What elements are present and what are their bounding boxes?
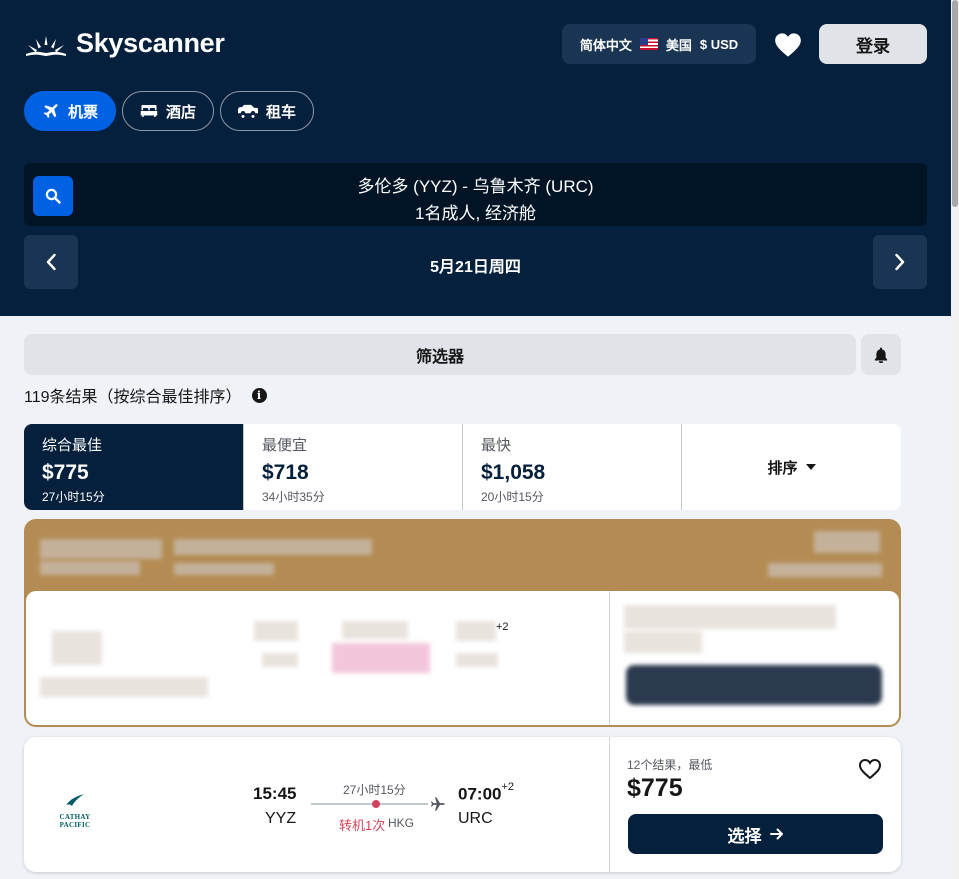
- route-line: [311, 803, 428, 805]
- car-icon: [238, 104, 259, 118]
- sort-tab-name: 综合最佳: [42, 437, 103, 454]
- redacted-arrive-code: [456, 653, 498, 667]
- currency-label: $ USD: [699, 36, 739, 52]
- arrival-time-text: 07:00: [458, 784, 502, 804]
- next-date-button[interactable]: [873, 235, 927, 289]
- tab-car-hire[interactable]: 租车: [220, 91, 315, 131]
- cathay-brushwing-icon: [66, 794, 84, 806]
- sort-dropdown[interactable]: 排序: [681, 424, 901, 510]
- sponsored-card-divider: [609, 591, 610, 725]
- results-text: 119条结果（按综合最佳排序）: [24, 389, 242, 406]
- redacted-sponsor-badge: [814, 531, 880, 553]
- redacted-depart-time: [254, 621, 298, 641]
- redacted-duration: [342, 621, 408, 639]
- select-label: 选择: [727, 826, 762, 846]
- airline-logo: CATHAY PACIFIC: [44, 793, 106, 829]
- sort-tab-duration: 20小时15分: [481, 490, 544, 504]
- sort-tab-price: $775: [42, 461, 89, 484]
- save-heart-icon[interactable]: [858, 758, 882, 780]
- sponsored-result-card[interactable]: +2: [24, 519, 901, 727]
- arrival-airport: URC: [458, 810, 493, 827]
- locale-selector[interactable]: 简体中文 美国 $ USD: [562, 24, 756, 64]
- departure-airport: YYZ: [265, 810, 297, 827]
- sort-tabs: 综合最佳 $775 27小时15分 最便宜 $718 34小时35分 最快 $1…: [24, 424, 901, 510]
- arrow-right-icon: [769, 828, 783, 840]
- select-flight-button[interactable]: 选择: [628, 814, 883, 854]
- product-tabs: 机票 酒店 租车: [24, 91, 315, 131]
- filters-button[interactable]: 筛选器: [24, 334, 856, 375]
- airline-name: CATHAY PACIFIC: [59, 813, 91, 829]
- flight-duration: 27小时15分: [343, 783, 406, 797]
- redacted-select-button[interactable]: [626, 665, 882, 705]
- site-header: Skyscanner 简体中文 美国 $ USD 登录 机票 酒店 租车 多伦多…: [0, 0, 959, 316]
- redacted-sponsor-link: [768, 563, 882, 577]
- tab-label: 机票: [68, 103, 99, 121]
- arrival-time: 07:00+2: [458, 781, 515, 805]
- redacted-sponsor-headline: [174, 539, 372, 555]
- results-count: 119条结果（按综合最佳排序） i: [24, 383, 267, 407]
- heart-icon[interactable]: [774, 32, 802, 58]
- login-button[interactable]: 登录: [819, 24, 927, 64]
- price-alert-button[interactable]: [861, 334, 901, 375]
- flight-result-card[interactable]: CATHAY PACIFIC 15:45 YYZ 27小时15分 转机1次 HK…: [24, 737, 901, 872]
- redacted-airline-logo: [52, 631, 102, 665]
- sort-tab-price: $1,058: [481, 461, 546, 484]
- sort-tab-price: $718: [262, 461, 309, 484]
- sunrise-logo-icon: [26, 35, 66, 56]
- tab-flights[interactable]: 机票: [24, 91, 117, 131]
- arrival-day-offset: +2: [501, 781, 515, 793]
- language-label: 简体中文: [579, 37, 632, 53]
- travellers-text: 1名成人, 经济舱: [415, 204, 536, 223]
- date-navigator: 5月21日周四: [24, 235, 927, 289]
- via-airport: HKG: [388, 816, 415, 830]
- deals-count: 12个结果，最低: [627, 758, 713, 772]
- redacted-sponsor-subline: [174, 563, 274, 575]
- tab-hotels[interactable]: 酒店: [122, 91, 215, 131]
- skyscanner-logo[interactable]: Skyscanner: [24, 28, 225, 59]
- sort-dropdown-label: 排序: [767, 459, 798, 477]
- sort-tab-fastest[interactable]: 最快 $1,058 20小时15分: [462, 424, 681, 510]
- arrival-day-offset: +2: [496, 621, 509, 633]
- search-summary[interactable]: 多伦多 (YYZ) - 乌鲁木齐 (URC) 1名成人, 经济舱: [24, 163, 927, 226]
- scrollbar-thumb[interactable]: [952, 0, 958, 207]
- redacted-arrive-time: [456, 621, 496, 641]
- us-flag-icon: [639, 38, 658, 50]
- route-text: 多伦多 (YYZ) - 乌鲁木齐 (URC): [357, 177, 594, 196]
- sort-tab-name: 最快: [481, 437, 512, 454]
- caret-down-icon: [805, 464, 816, 470]
- travel-date[interactable]: 5月21日周四: [24, 253, 927, 277]
- card-divider: [609, 737, 610, 872]
- redacted-depart-code: [262, 653, 298, 667]
- sort-tab-cheapest[interactable]: 最便宜 $718 34小时35分: [243, 424, 462, 510]
- plane-icon: [431, 797, 445, 811]
- bed-icon: [140, 105, 158, 117]
- brand-name: Skyscanner: [76, 28, 225, 58]
- redacted-deal-price: [624, 631, 702, 653]
- redacted-stops: [332, 643, 430, 673]
- sort-tab-duration: 27小时15分: [42, 490, 105, 504]
- stops-label: 转机1次: [339, 818, 386, 833]
- info-icon[interactable]: i: [251, 387, 267, 403]
- sort-tab-best[interactable]: 综合最佳 $775 27小时15分: [24, 424, 243, 510]
- redacted-deal-text: [624, 605, 836, 629]
- bell-icon: [874, 347, 888, 363]
- sponsored-flight-details: +2: [26, 591, 899, 725]
- plane-icon: [43, 103, 58, 119]
- sort-tab-name: 最便宜: [262, 437, 308, 454]
- flight-price: $775: [627, 774, 683, 802]
- chevron-right-icon: [895, 253, 905, 271]
- redacted-sponsor-name: [40, 539, 162, 559]
- tab-label: 租车: [266, 103, 297, 121]
- departure-time: 15:45: [253, 784, 297, 803]
- stop-dot: [372, 800, 380, 808]
- region-label: 美国: [665, 37, 692, 53]
- tab-label: 酒店: [166, 103, 197, 121]
- redacted-airline-name: [40, 677, 208, 697]
- redacted-sponsor-tagline: [40, 561, 140, 575]
- sort-tab-duration: 34小时35分: [262, 490, 325, 504]
